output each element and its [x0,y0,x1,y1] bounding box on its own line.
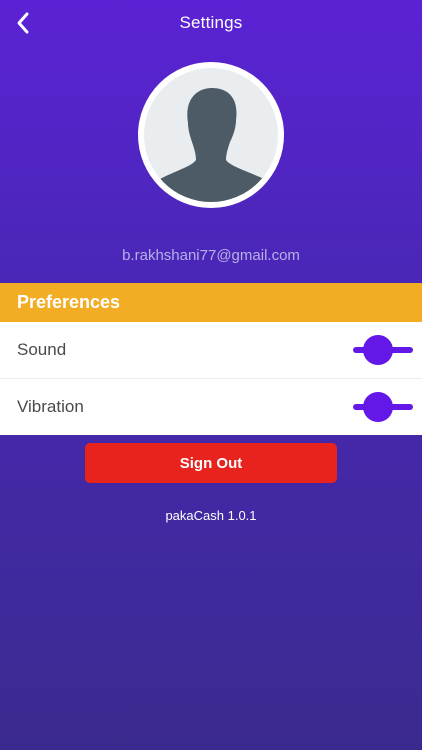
preferences-header: Preferences [0,283,422,322]
preference-label-vibration: Vibration [17,397,84,416]
preferences-title: Preferences [17,292,121,312]
vibration-toggle[interactable] [353,392,413,422]
preference-row-sound: Sound [0,322,422,378]
preferences-list: Sound Vibration [0,322,422,435]
toggle-knob[interactable] [363,335,393,365]
sign-out-button[interactable]: Sign Out [85,443,337,483]
preference-label-sound: Sound [17,340,67,359]
header: Settings [0,0,422,46]
page-title: Settings [179,13,243,32]
sound-toggle[interactable] [353,335,413,365]
avatar-frame [144,68,278,202]
user-email: b.rakhshani77@gmail.com [122,247,300,264]
app-version: pakaCash 1.0.1 [165,508,257,523]
avatar[interactable] [138,62,284,208]
preference-row-vibration: Vibration [0,378,422,435]
toggle-knob[interactable] [363,392,393,422]
user-silhouette-icon [150,88,272,202]
